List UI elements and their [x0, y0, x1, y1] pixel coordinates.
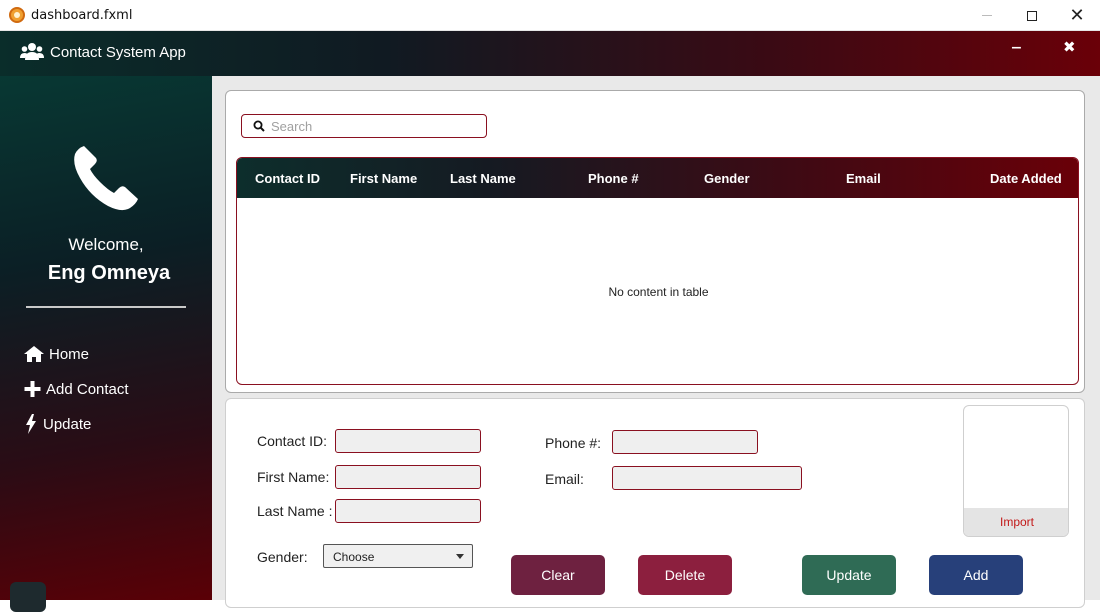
add-button[interactable]: Add: [929, 555, 1023, 595]
column-header-contact-id[interactable]: Contact ID: [255, 171, 320, 186]
chevron-down-icon: [456, 554, 464, 559]
email-field[interactable]: [612, 466, 802, 490]
app-logo-icon: [9, 7, 25, 23]
search-box[interactable]: [241, 114, 487, 138]
first-name-label: First Name:: [257, 469, 330, 485]
import-button[interactable]: Import: [964, 508, 1068, 536]
search-icon: [253, 120, 265, 132]
search-input[interactable]: [271, 118, 481, 135]
header-minimize-button[interactable]: ‒: [1012, 39, 1021, 57]
window-titlebar: dashboard.fxml ✕: [0, 0, 1100, 31]
bolt-icon: [26, 414, 36, 434]
table-empty-message: No content in table: [608, 285, 709, 299]
contact-form: Contact ID: First Name: Last Name : Gend…: [225, 398, 1085, 608]
sidebar-item-add-contact[interactable]: Add Contact: [24, 378, 129, 400]
plus-icon: [24, 381, 41, 397]
window-close-button[interactable]: ✕: [1054, 0, 1100, 31]
welcome-text: Welcome,: [68, 235, 144, 254]
table-header: Contact ID First Name Last Name Phone # …: [237, 158, 1078, 198]
contacts-table[interactable]: Contact ID First Name Last Name Phone # …: [236, 157, 1079, 385]
last-name-field[interactable]: [335, 499, 481, 523]
contact-image-box: Import: [963, 405, 1069, 537]
logout-button[interactable]: [10, 582, 46, 612]
header-close-button[interactable]: ✖: [1063, 38, 1076, 56]
column-header-last-name[interactable]: Last Name: [450, 171, 516, 186]
gender-select[interactable]: Choose: [323, 544, 473, 568]
sidebar-item-label: Add Contact: [46, 380, 129, 398]
phone-field[interactable]: [612, 430, 758, 454]
window-maximize-button[interactable]: [1009, 0, 1055, 31]
contact-id-label: Contact ID:: [257, 433, 328, 449]
user-name: Eng Omneya: [47, 262, 171, 284]
main-content: Contact ID First Name Last Name Phone # …: [212, 76, 1100, 608]
home-icon: [24, 346, 44, 362]
window-title: dashboard.fxml: [31, 8, 133, 23]
column-header-phone[interactable]: Phone #: [588, 171, 639, 186]
sidebar-item-home[interactable]: Home: [24, 343, 89, 365]
clear-button[interactable]: Clear: [511, 555, 605, 595]
table-card: Contact ID First Name Last Name Phone # …: [225, 90, 1085, 393]
phone-icon: [74, 146, 138, 211]
gender-selected-value: Choose: [333, 550, 375, 564]
last-name-label: Last Name :: [257, 503, 333, 519]
sidebar-item-label: Update: [43, 415, 92, 433]
app-header: Contact System App ‒ ✖: [0, 31, 1100, 76]
column-header-email[interactable]: Email: [846, 171, 881, 186]
window-minimize-button[interactable]: [964, 0, 1010, 31]
sidebar-item-update[interactable]: Update: [24, 413, 91, 435]
first-name-field[interactable]: [335, 465, 481, 489]
email-label: Email:: [545, 471, 584, 487]
app-name: Contact System App: [50, 44, 186, 61]
sidebar-divider: [26, 306, 186, 308]
column-header-date-added[interactable]: Date Added: [990, 171, 1062, 186]
gender-label: Gender:: [257, 549, 308, 565]
update-button[interactable]: Update: [802, 555, 896, 595]
column-header-gender[interactable]: Gender: [704, 171, 750, 186]
delete-button[interactable]: Delete: [638, 555, 732, 595]
users-icon: [20, 43, 44, 60]
contact-id-field[interactable]: [335, 429, 481, 453]
column-header-first-name[interactable]: First Name: [350, 171, 417, 186]
sidebar: Welcome, Eng Omneya Home Add Contact Upd…: [0, 76, 212, 612]
sidebar-item-label: Home: [49, 345, 90, 363]
phone-label: Phone #:: [545, 435, 602, 451]
